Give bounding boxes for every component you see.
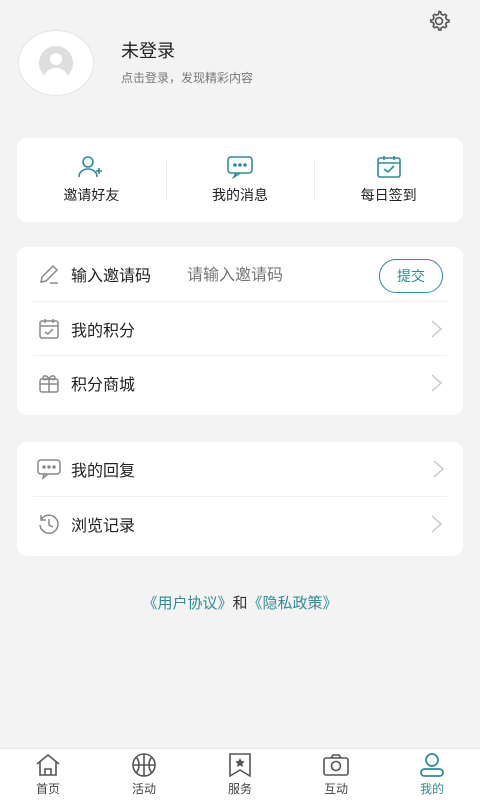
- my-messages-label: 我的消息: [212, 188, 268, 204]
- menu-item-my-replies[interactable]: 我的回复: [17, 442, 463, 496]
- gear-icon[interactable]: [426, 8, 452, 34]
- invite-code-label: 输入邀请码: [71, 266, 152, 285]
- tab-home[interactable]: 首页: [0, 749, 96, 800]
- avatar[interactable]: [18, 30, 94, 96]
- user-icon: [420, 753, 444, 777]
- default-avatar-icon: [39, 46, 73, 80]
- user-agreement-link[interactable]: 《用户协议》: [142, 594, 232, 612]
- chevron-right-icon: [433, 460, 445, 478]
- invite-friends-button[interactable]: 邀请好友: [17, 150, 166, 210]
- daily-checkin-button[interactable]: 每日签到: [314, 150, 463, 210]
- tab-label: 首页: [35, 782, 60, 796]
- tab-activity[interactable]: 活动: [96, 749, 192, 800]
- menu-item-browse-history[interactable]: 浏览记录: [33, 496, 447, 550]
- tab-label: 活动: [131, 782, 156, 796]
- chevron-right-icon: [431, 515, 443, 533]
- chevron-right-icon: [431, 320, 443, 338]
- gift-icon: [37, 371, 61, 395]
- add-user-icon: [78, 156, 103, 178]
- tab-mine[interactable]: 我的: [384, 749, 480, 800]
- calendar-check-icon: [376, 156, 401, 178]
- invite-code-row: 输入邀请码 提交: [17, 247, 463, 301]
- chevron-right-icon: [431, 374, 443, 392]
- menu-item-label: 积分商城: [71, 374, 136, 394]
- history-icon: [37, 512, 61, 536]
- my-messages-button[interactable]: 我的消息: [165, 150, 315, 210]
- menu-item-label: 我的积分: [71, 320, 136, 340]
- bottom-tab-bar: 首页 活动 服务 互动 我的: [0, 748, 480, 800]
- menu-item-label: 我的回复: [71, 461, 136, 480]
- invite-friends-label: 邀请好友: [63, 188, 120, 204]
- login-hint: 点击登录，发现精彩内容: [121, 71, 254, 85]
- home-icon: [36, 753, 60, 776]
- points-icon: [37, 317, 61, 341]
- menu-group-2: 我的回复 浏览记录: [17, 442, 463, 556]
- agreement-links: 《用户协议》和《隐私政策》: [0, 592, 480, 613]
- menu-group-1: 输入邀请码 提交 我的积分 积分商城: [17, 247, 463, 415]
- profile-header[interactable]: 未登录 点击登录，发现精彩内容: [18, 30, 253, 96]
- message-icon: [227, 156, 253, 179]
- bookmark-star-icon: [229, 753, 251, 778]
- tab-label: 互动: [323, 782, 348, 796]
- tab-label: 我的: [419, 782, 444, 796]
- reply-icon: [37, 457, 61, 481]
- privacy-policy-link[interactable]: 《隐私政策》: [248, 594, 338, 612]
- pencil-icon: [37, 262, 61, 286]
- invite-code-input[interactable]: [187, 264, 338, 284]
- menu-item-label: 浏览记录: [71, 515, 136, 535]
- quick-actions: 邀请好友 我的消息 每日签到: [17, 138, 463, 222]
- menu-item-my-points[interactable]: 我的积分: [33, 301, 447, 355]
- camera-icon: [323, 754, 349, 776]
- basketball-icon: [132, 753, 156, 777]
- login-status[interactable]: 未登录: [121, 40, 253, 64]
- tab-interact[interactable]: 互动: [288, 749, 384, 800]
- menu-item-points-mall[interactable]: 积分商城: [33, 355, 447, 409]
- daily-checkin-label: 每日签到: [360, 188, 417, 204]
- tab-label: 服务: [227, 782, 252, 796]
- agreement-and: 和: [232, 594, 248, 612]
- tab-services[interactable]: 服务: [192, 749, 288, 800]
- submit-button[interactable]: 提交: [379, 259, 443, 293]
